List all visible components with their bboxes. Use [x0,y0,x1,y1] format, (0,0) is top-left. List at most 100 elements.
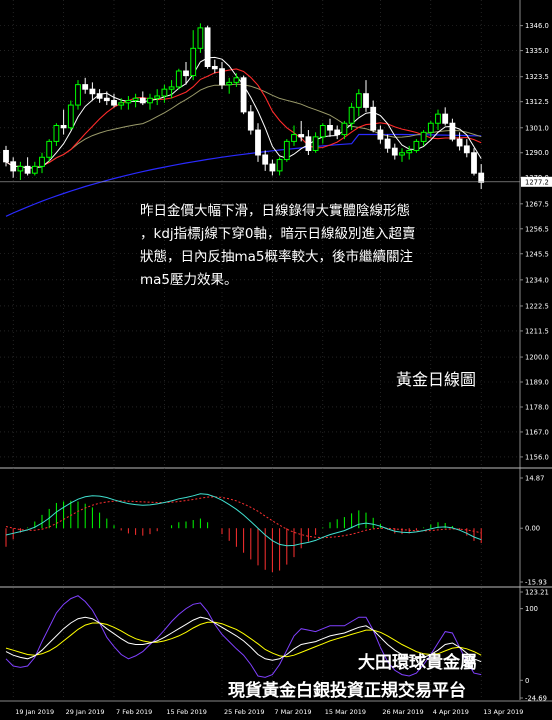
macd-pane [5,493,482,573]
candle-bullish [161,88,168,97]
x-tick-label: 7 Mar 2019 [274,708,311,716]
y-tick-label: 123.21 [525,589,549,597]
candle-bearish [219,68,225,86]
candle-bearish [463,145,470,154]
candle-bearish [240,77,247,113]
annotation-line-4: ma5壓力效果。 [140,272,238,288]
x-tick-label: 13 Apr 2019 [483,708,523,716]
y-tick-label: 1323.5 [525,73,549,81]
candle-bearish [24,165,31,174]
candle-bearish [370,106,377,131]
y-tick-label: 1290.0 [525,149,549,157]
candle-bullish [355,93,362,108]
candle-bearish [449,122,456,140]
brand-name: 大田環球貴金屬 [358,653,477,673]
candle-bearish [211,65,218,70]
y-tick-label: 1211.5 [525,327,549,335]
candle-bullish [39,156,45,167]
candle-bullish [341,122,348,136]
candle-bullish [132,97,139,102]
y-tick-label: -24.69 [525,695,547,703]
candle-bearish [139,97,146,104]
candle-bullish [399,152,405,156]
candle-bearish [334,129,341,136]
y-tick-label: 1200.0 [525,354,549,362]
brand-tagline: 現貨黃金白銀投資正規交易平台 [228,681,466,701]
candle-bearish [111,100,117,106]
candle-bearish [60,125,67,129]
chart-caption: 黃金日線圖 [396,370,477,389]
candle-bullish [197,27,204,49]
candle-bullish [291,134,297,142]
y-tick-label: 1234.0 [525,276,549,284]
x-tick-label: 26 Mar 2019 [382,708,423,716]
y-tick-label: 1335.0 [525,47,549,55]
x-tick-label: 4 Apr 2019 [433,708,469,716]
annotation-line-2: ，kdj指標j線下穿0軸，暗示日線級別進入超賣 [140,226,416,242]
candle-bearish [82,84,89,90]
x-tick-label: 29 Jan 2019 [66,708,105,716]
y-tick-label: 1167.0 [525,428,549,436]
candle-bearish [247,111,254,131]
candle-bearish [391,147,398,156]
y-tick-label: 1301.0 [525,124,549,132]
x-axis-labels: 19 Jan 2019 29 Jan 2019 7 Feb 2019 15 Feb 2… [15,708,523,716]
y-tick-label: 1178.0 [525,403,549,411]
candle-bearish [471,152,477,174]
x-tick-label: 15 Mar 2019 [325,708,366,716]
candle-bearish [456,138,463,147]
y-tick-label: 14.87 [525,475,544,483]
candle-bullish [31,165,38,174]
candle-bullish [168,86,175,90]
candle-bullish [118,102,125,106]
candle-bullish [276,159,283,172]
x-tick-label: 19 Jan 2019 [15,708,54,716]
y-tick-label: 1189.0 [525,379,549,387]
analysis-annotation: 昨日金價大幅下滑，日線錄得大實體陰線形態 ，kdj指標j線下穿0軸，暗示日線級別… [140,200,500,292]
y-tick-label: 1256.5 [525,225,549,233]
candle-bullish [67,104,74,129]
grid [0,0,552,702]
candle-bullish [413,140,420,151]
candle-bullish [46,140,53,158]
x-tick-label: 15 Feb 2019 [166,708,206,716]
candle-bearish [377,129,384,140]
x-tick-label: 7 Feb 2019 [116,708,152,716]
y-tick-label: 1267.5 [525,200,549,208]
y-tick-label: 1245.5 [525,250,549,258]
y-tick-label: 0.00 [525,525,540,533]
candle-bullish [283,140,290,161]
candle-bearish [478,172,485,183]
candle-bearish [183,70,189,77]
candle-bearish [269,163,276,172]
candle-bearish [298,134,305,138]
candle-bullish [175,70,182,88]
candle-bullish [125,100,132,104]
candle-bearish [89,88,96,95]
candle-bullish [427,122,434,133]
annotation-line-3: 狀態，日內反抽ma5概率較大，後市繼續關注 [140,249,414,265]
candle-bearish [204,27,211,67]
candle-bullish [319,125,326,138]
candle-bearish [103,97,110,102]
candle-bullish [233,77,240,83]
candle-bearish [363,93,369,108]
current-price-label: 1277.2 [525,178,549,186]
candle-bullish [348,106,355,124]
candle-bullish [190,47,197,77]
candle-bullish [53,125,60,142]
y-tick-label: 1156.0 [525,453,549,461]
candle-bullish [154,95,161,99]
candle-bearish [262,154,269,165]
price-pane [0,23,520,217]
candle-bullish [17,165,24,172]
candle-bearish [327,125,333,131]
y-axis-labels: 1346.01335.01323.51312.51301.01290.01279… [520,22,552,703]
y-tick-label: 0 [525,677,529,685]
annotation-line-1: 昨日金價大幅下滑，日線錄得大實體陰線形態 [140,203,410,219]
y-tick-label: 100 [525,605,538,613]
y-tick-label: 1222.5 [525,302,549,310]
candle-bearish [3,149,9,163]
y-tick-label: 1312.5 [525,98,549,106]
candle-bearish [10,161,17,172]
